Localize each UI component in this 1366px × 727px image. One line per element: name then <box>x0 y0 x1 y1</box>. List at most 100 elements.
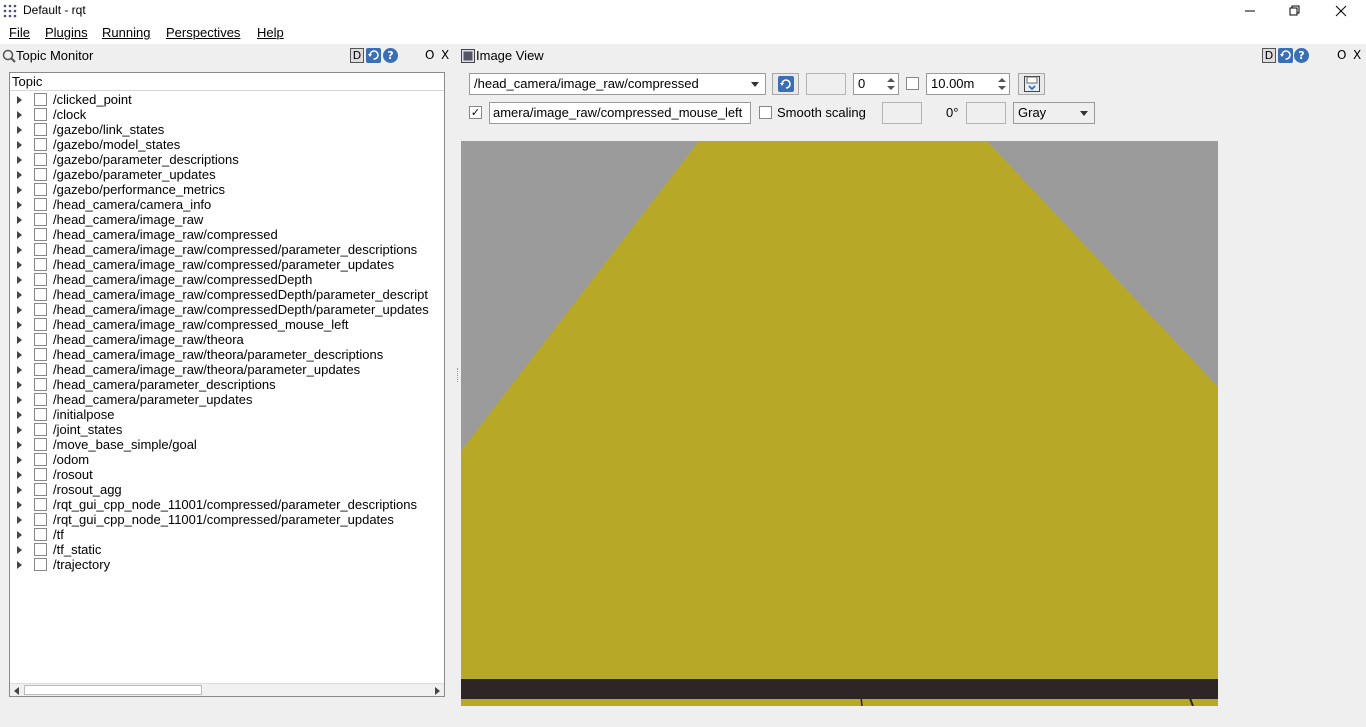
topic-checkbox[interactable] <box>34 558 47 571</box>
expand-arrow-icon[interactable] <box>17 261 22 269</box>
topic-row[interactable]: /rosout_agg <box>10 482 444 497</box>
rotate-right-button[interactable] <box>966 102 1006 124</box>
topic-row[interactable]: /clock <box>10 107 444 122</box>
expand-arrow-icon[interactable] <box>17 486 22 494</box>
horizontal-scrollbar[interactable] <box>10 683 444 696</box>
topic-checkbox[interactable] <box>34 528 47 541</box>
dock-close-button[interactable]: X <box>441 48 449 62</box>
expand-arrow-icon[interactable] <box>17 381 22 389</box>
topic-checkbox[interactable] <box>34 153 47 166</box>
topic-row[interactable]: /rqt_gui_cpp_node_11001/compressed/param… <box>10 497 444 512</box>
topic-row[interactable]: /clicked_point <box>10 92 444 107</box>
topic-row[interactable]: /gazebo/parameter_updates <box>10 167 444 182</box>
expand-arrow-icon[interactable] <box>17 456 22 464</box>
topic-checkbox[interactable] <box>34 303 47 316</box>
topic-row[interactable]: /head_camera/image_raw/compressed <box>10 227 444 242</box>
topic-row[interactable]: /tf_static <box>10 542 444 557</box>
menu-file[interactable]: File <box>9 25 30 40</box>
spin-up-icon[interactable] <box>998 78 1006 82</box>
topic-checkbox[interactable] <box>34 243 47 256</box>
expand-arrow-icon[interactable] <box>17 186 22 194</box>
column-header-topic[interactable]: Topic <box>10 73 444 91</box>
help-icon[interactable]: ? <box>1294 48 1309 63</box>
expand-arrow-icon[interactable] <box>17 141 22 149</box>
restore-button[interactable] <box>1272 0 1318 22</box>
expand-arrow-icon[interactable] <box>17 351 22 359</box>
topic-row[interactable]: /head_camera/image_raw/compressedDepth/p… <box>10 302 444 317</box>
menu-perspectives[interactable]: Perspectives <box>166 25 240 40</box>
expand-arrow-icon[interactable] <box>17 171 22 179</box>
topic-checkbox[interactable] <box>34 198 47 211</box>
topic-select[interactable]: /head_camera/image_raw/compressed <box>469 73 766 95</box>
topic-checkbox[interactable] <box>34 318 47 331</box>
topic-checkbox[interactable] <box>34 138 47 151</box>
scroll-right-icon[interactable] <box>435 687 440 695</box>
expand-arrow-icon[interactable] <box>17 561 22 569</box>
save-image-button[interactable] <box>1018 73 1045 95</box>
topic-checkbox[interactable] <box>34 183 47 196</box>
topic-row[interactable]: /gazebo/link_states <box>10 122 444 137</box>
dock-d-button[interactable]: D <box>350 48 364 63</box>
topic-checkbox[interactable] <box>34 483 47 496</box>
topic-row[interactable]: /head_camera/image_raw/theora <box>10 332 444 347</box>
menu-plugins[interactable]: Plugins <box>45 25 88 40</box>
topic-checkbox[interactable] <box>34 213 47 226</box>
expand-arrow-icon[interactable] <box>17 531 22 539</box>
topic-row[interactable]: /head_camera/image_raw <box>10 212 444 227</box>
scroll-left-icon[interactable] <box>14 687 19 695</box>
topic-row[interactable]: /gazebo/parameter_descriptions <box>10 152 444 167</box>
topic-checkbox[interactable] <box>34 453 47 466</box>
expand-arrow-icon[interactable] <box>17 516 22 524</box>
topic-checkbox[interactable] <box>34 423 47 436</box>
expand-arrow-icon[interactable] <box>17 126 22 134</box>
expand-arrow-icon[interactable] <box>17 321 22 329</box>
expand-arrow-icon[interactable] <box>17 471 22 479</box>
topic-checkbox[interactable] <box>34 363 47 376</box>
expand-arrow-icon[interactable] <box>17 291 22 299</box>
menu-help[interactable]: Help <box>257 25 284 40</box>
topic-checkbox[interactable] <box>34 288 47 301</box>
expand-arrow-icon[interactable] <box>17 216 22 224</box>
expand-arrow-icon[interactable] <box>17 201 22 209</box>
color-scheme-select[interactable]: Gray <box>1013 102 1095 124</box>
help-icon[interactable]: ? <box>383 48 398 63</box>
topic-checkbox[interactable] <box>34 93 47 106</box>
dock-float-button[interactable]: O <box>425 48 434 62</box>
reload-icon[interactable] <box>1278 48 1293 63</box>
value-spinbox[interactable]: 0 <box>853 73 899 95</box>
expand-arrow-icon[interactable] <box>17 411 22 419</box>
topic-checkbox[interactable] <box>34 348 47 361</box>
refresh-topics-button[interactable] <box>772 73 799 95</box>
topic-row[interactable]: /head_camera/image_raw/compressed_mouse_… <box>10 317 444 332</box>
zoom-box[interactable] <box>806 73 846 95</box>
topic-row[interactable]: /head_camera/image_raw/compressedDepth/p… <box>10 287 444 302</box>
spin-down-icon[interactable] <box>998 86 1006 90</box>
expand-arrow-icon[interactable] <box>17 396 22 404</box>
minimize-button[interactable] <box>1227 0 1273 22</box>
expand-arrow-icon[interactable] <box>17 96 22 104</box>
topic-row[interactable]: /tf <box>10 527 444 542</box>
topic-row[interactable]: /head_camera/image_raw/theora/parameter_… <box>10 347 444 362</box>
topic-checkbox[interactable] <box>34 228 47 241</box>
topic-checkbox[interactable] <box>34 123 47 136</box>
topic-checkbox[interactable] <box>34 438 47 451</box>
topic-checkbox[interactable] <box>34 378 47 391</box>
topic-checkbox[interactable] <box>34 393 47 406</box>
expand-arrow-icon[interactable] <box>17 501 22 509</box>
topic-checkbox[interactable] <box>34 333 47 346</box>
dock-close-button[interactable]: X <box>1353 48 1361 62</box>
topic-checkbox[interactable] <box>34 168 47 181</box>
topic-row[interactable]: /gazebo/performance_metrics <box>10 182 444 197</box>
close-window-button[interactable] <box>1318 0 1364 22</box>
expand-arrow-icon[interactable] <box>17 231 22 239</box>
spin-up-icon[interactable] <box>887 78 895 82</box>
topic-row[interactable]: /joint_states <box>10 422 444 437</box>
expand-arrow-icon[interactable] <box>17 306 22 314</box>
topic-row[interactable]: /initialpose <box>10 407 444 422</box>
topic-row[interactable]: /head_camera/image_raw/compressed/parame… <box>10 242 444 257</box>
dock-d-button[interactable]: D <box>1262 48 1276 63</box>
topic-checkbox[interactable] <box>34 408 47 421</box>
reload-icon[interactable] <box>366 48 381 63</box>
topic-checkbox[interactable] <box>34 258 47 271</box>
topic-tree[interactable]: Topic /clicked_point/clock/gazebo/link_s… <box>9 72 445 697</box>
